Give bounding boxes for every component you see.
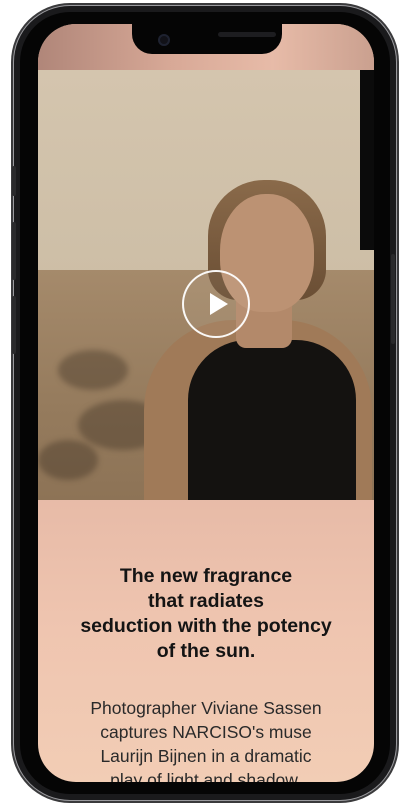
leaf-shadow	[38, 440, 98, 480]
volume-down-button	[12, 296, 16, 354]
headline-line: that radiates	[148, 590, 264, 612]
body-line: Photographer Viviane Sassen	[90, 698, 322, 718]
body-line: captures NARCISO's muse	[100, 722, 312, 742]
volume-up-button	[12, 222, 16, 280]
model-black-top	[188, 340, 356, 500]
leaf-shadow	[58, 350, 128, 390]
notch	[132, 24, 282, 54]
body-line: Laurijn Bijnen in a dramatic	[100, 746, 312, 766]
body-copy: Photographer Viviane Sassen captures NAR…	[48, 696, 364, 782]
play-icon	[210, 293, 228, 315]
front-camera-icon	[158, 34, 170, 46]
headline-line: seduction with the potency	[80, 615, 332, 637]
body-line: play of light and shadow.	[110, 770, 302, 782]
play-button[interactable]	[182, 270, 250, 338]
headline: The new fragrance that radiates seductio…	[50, 564, 362, 664]
campaign-video[interactable]	[38, 70, 374, 500]
mute-switch	[12, 166, 16, 196]
headline-line: The new fragrance	[119, 565, 293, 587]
speaker-grille	[218, 32, 276, 37]
video-dark-edge	[360, 70, 374, 250]
headline-line: of the sun.	[156, 640, 256, 662]
power-button	[391, 254, 395, 344]
phone-screen: The new fragrance that radiates seductio…	[38, 24, 374, 782]
